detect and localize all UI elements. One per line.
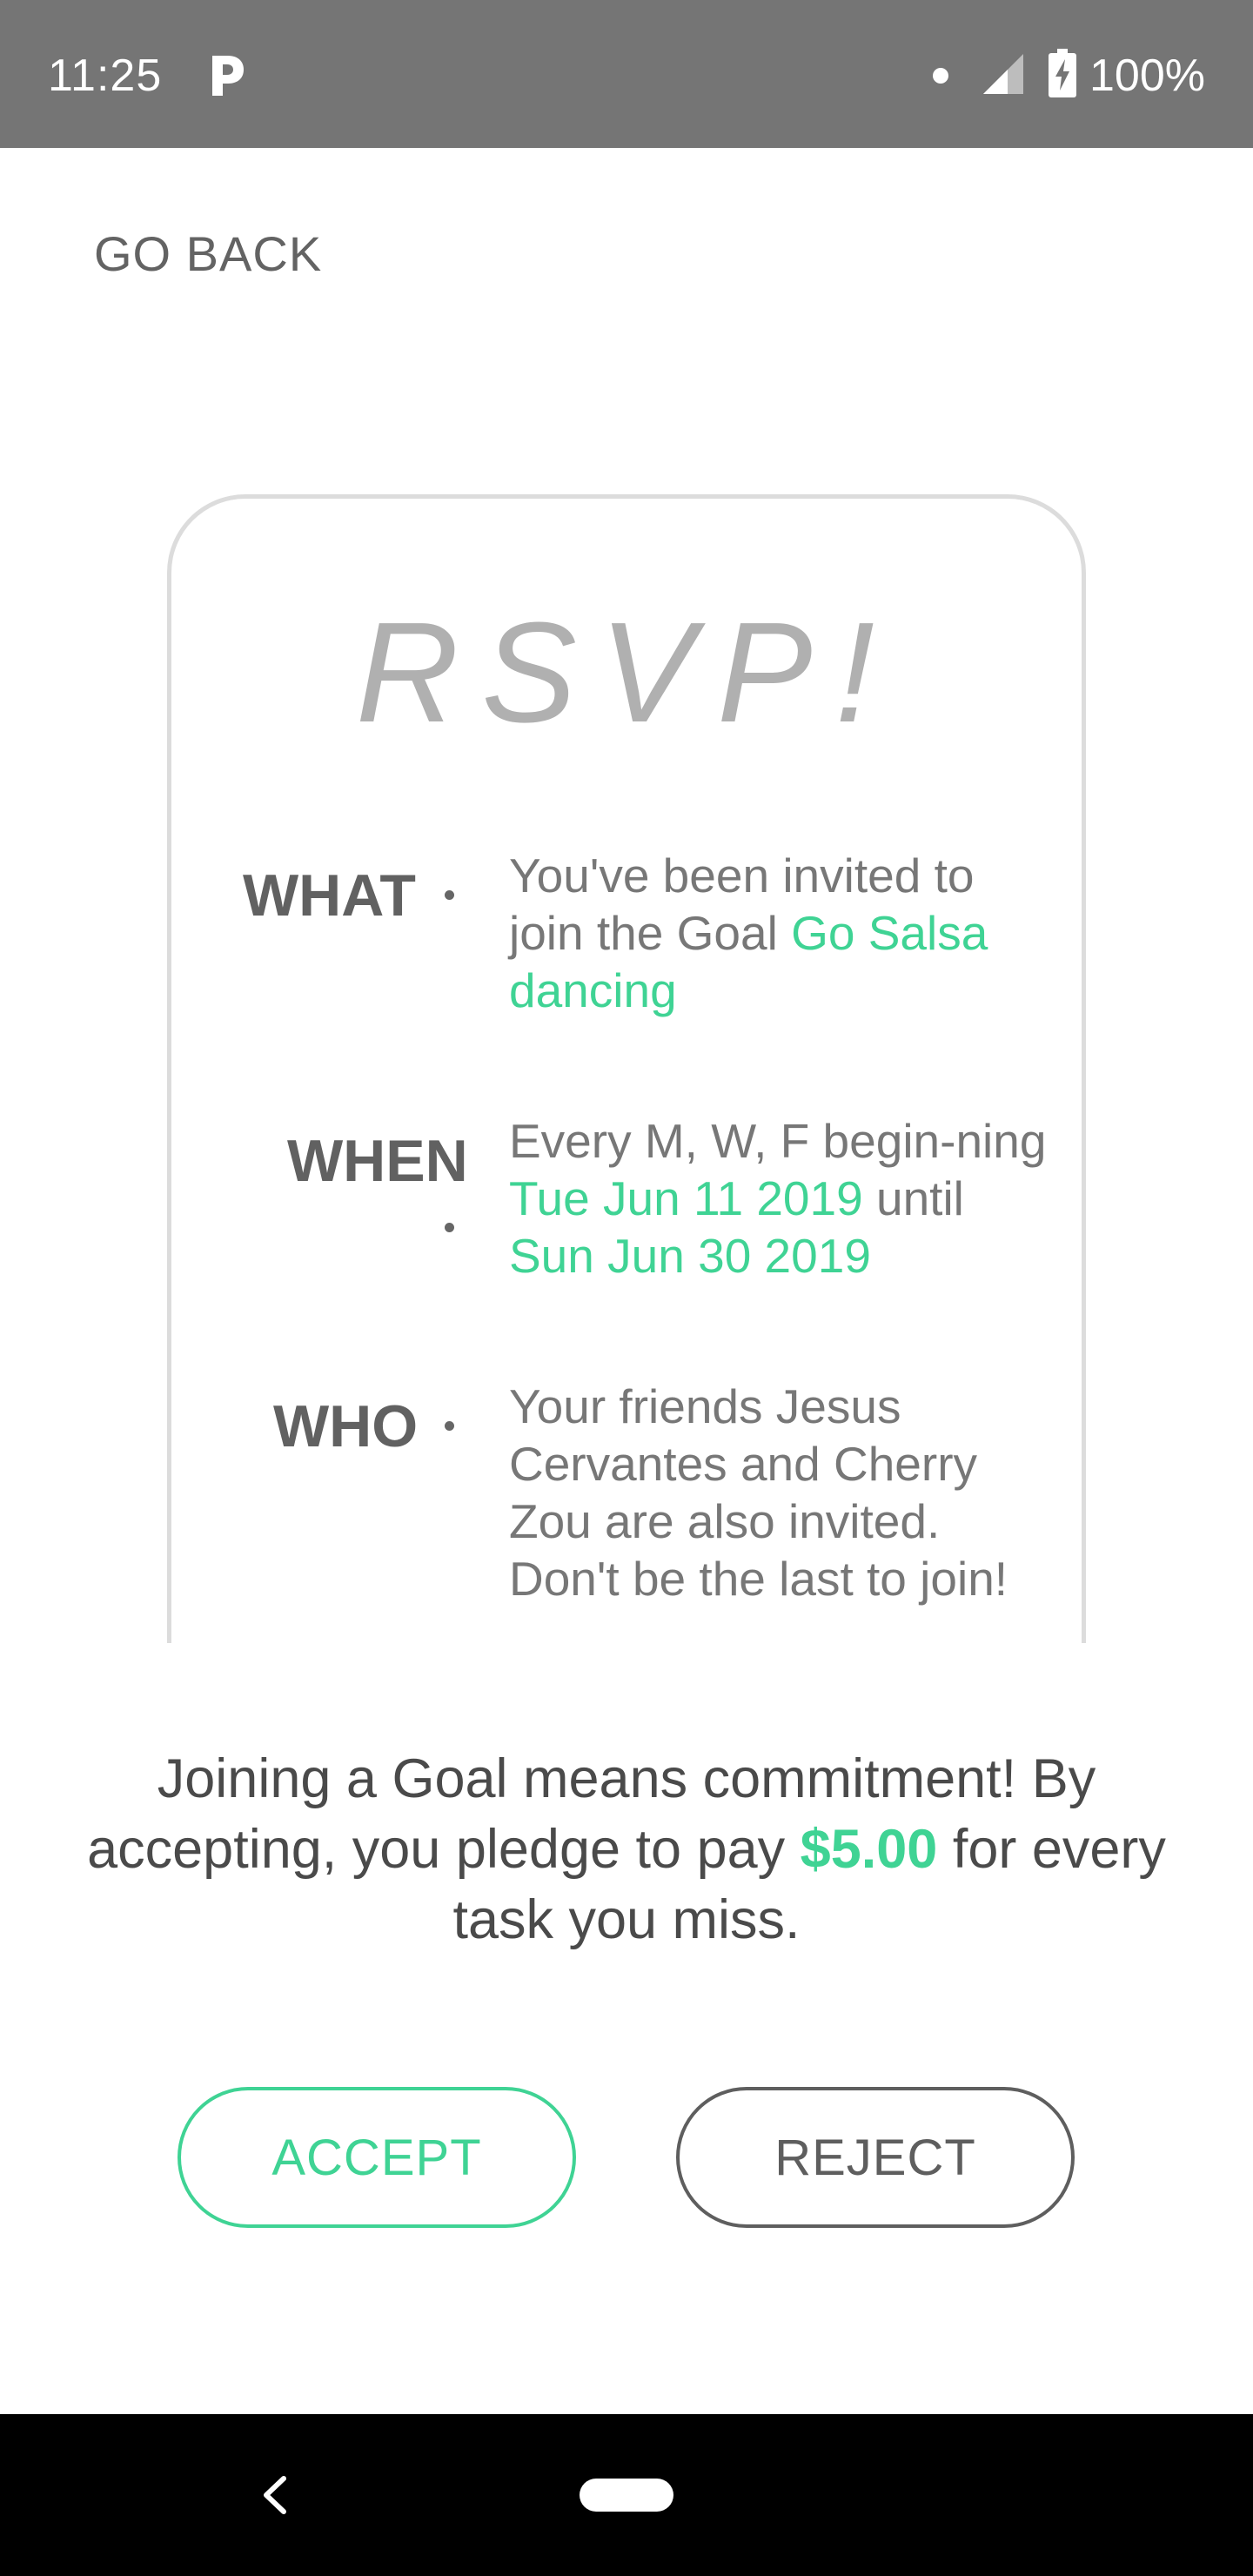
what-label: WHAT [243, 862, 416, 929]
status-time: 11:25 [48, 50, 163, 101]
battery-percentage: 100% [1089, 50, 1205, 101]
accept-button[interactable]: ACCEPT [178, 2087, 576, 2228]
rsvp-card: RSVP! WHAT You've been invited to join t… [167, 494, 1086, 1643]
when-bullet [445, 1223, 454, 1232]
when-text: Every M, W, F begin-ning Tue Jun 11 2019… [509, 1112, 1049, 1285]
battery-charging-icon [1049, 49, 1076, 97]
card-title: RSVP! [355, 593, 898, 752]
who-label: WHO [273, 1393, 419, 1459]
back-chevron-icon[interactable] [254, 2472, 298, 2519]
pledge-text: Joining a Goal means commitment! By acce… [70, 1744, 1183, 1955]
parking-app-icon [212, 56, 244, 96]
end-date: Sun Jun 30 2019 [509, 1229, 871, 1283]
who-bullet [445, 1421, 454, 1431]
what-bullet [445, 890, 454, 900]
who-text: Your friends Jesus Cervantes and Cherry … [509, 1379, 1008, 1606]
pledge-amount: $5.00 [800, 1819, 938, 1880]
when-label: WHEN [287, 1128, 468, 1194]
notification-dot-icon [933, 68, 948, 84]
system-nav-bar [0, 2414, 1253, 2576]
status-bar: 11:25 100% [0, 0, 1253, 148]
go-back-button[interactable]: GO BACK [94, 221, 322, 287]
when-middle: until [862, 1171, 964, 1225]
start-date: Tue Jun 11 2019 [509, 1171, 863, 1225]
what-text: You've been invited to join the Goal Go … [509, 847, 1049, 1019]
home-pill-button[interactable] [580, 2479, 673, 2512]
cell-signal-icon [983, 54, 1023, 94]
reject-button[interactable]: REJECT [676, 2087, 1075, 2228]
when-prefix: Every M, W, F begin-ning [509, 1114, 1047, 1168]
